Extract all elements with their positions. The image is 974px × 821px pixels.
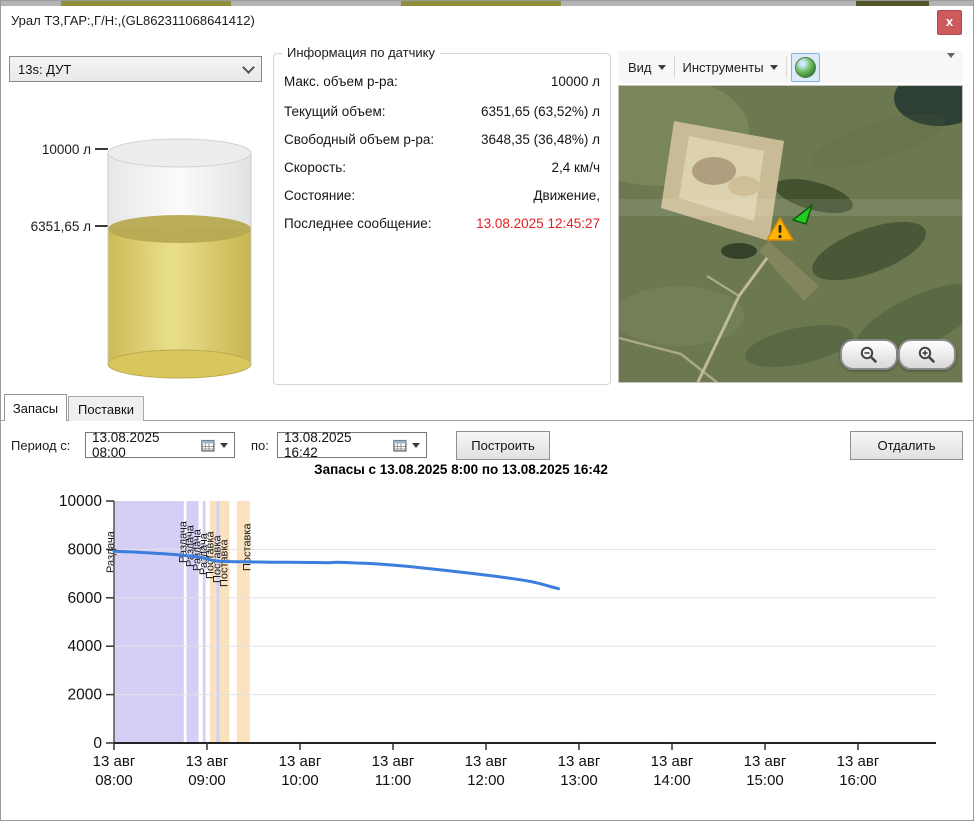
caret-down-icon: [220, 443, 228, 448]
y-tick-label: 2000: [68, 687, 103, 704]
chevron-down-icon: [242, 61, 255, 74]
close-icon: x: [946, 15, 953, 28]
x-tick-date-label: 13 авг: [279, 753, 322, 770]
calendar-icon: [201, 439, 215, 452]
x-tick-date-label: 13 авг: [837, 753, 880, 770]
caret-down-icon: [412, 443, 420, 448]
info-row-current: Текущий объем:6351,65 (63,52%) л: [284, 104, 600, 119]
close-button[interactable]: x: [937, 10, 962, 35]
period-to-label: по:: [251, 438, 269, 453]
background-window-edge-segment: [401, 1, 561, 6]
window-title: Урал ТЗ,ГАР:,Г/Н:,(GL862311068641412): [11, 13, 255, 28]
map-zoom-out-button[interactable]: [840, 339, 898, 370]
x-tick-time-label: 08:00: [95, 772, 133, 789]
map-layer-dropdown[interactable]: [947, 58, 955, 76]
x-tick-time-label: 16:00: [839, 772, 877, 789]
x-tick-date-label: 13 авг: [372, 753, 415, 770]
tab-divider: [1, 420, 974, 421]
build-button[interactable]: Построить: [456, 431, 550, 460]
x-tick-time-label: 11:00: [375, 772, 411, 789]
tab-zapasy[interactable]: Запасы: [4, 394, 67, 421]
info-row-speed: Скорость:2,4 км/ч: [284, 160, 600, 175]
x-tick-time-label: 15:00: [746, 772, 784, 789]
caret-down-icon: [770, 65, 778, 70]
x-tick-time-label: 12:00: [467, 772, 505, 789]
map-view-menu-button[interactable]: Вид: [620, 54, 674, 80]
x-tick-time-label: 10:00: [281, 772, 319, 789]
period-to-input[interactable]: 13.08.2025 16:42: [277, 432, 427, 458]
sensor-selector-value: 13s: ДУТ: [18, 62, 71, 77]
map-toolbar: Вид Инструменты: [618, 51, 963, 83]
period-from-input[interactable]: 13.08.2025 08:00: [85, 432, 235, 458]
x-tick-time-label: 09:00: [188, 772, 226, 789]
caret-down-icon: [947, 53, 955, 75]
y-tick-label: 8000: [68, 541, 103, 558]
map-tools-menu-button[interactable]: Инструменты: [675, 54, 786, 80]
tank-graphic: [21, 131, 271, 396]
x-tick-date-label: 13 авг: [186, 753, 229, 770]
sensor-selector[interactable]: 13s: ДУТ: [9, 56, 262, 82]
chart-title: Запасы с 13.08.2025 8:00 по 13.08.2025 1…: [1, 462, 921, 477]
chart-canvas[interactable]: РаздачаРаздачаРаздачаРаздачаРаздачаПоста…: [1, 489, 974, 819]
background-window-edge-segment: [61, 1, 231, 6]
sensor-info-title: Информация по датчику: [282, 45, 440, 60]
globe-icon: [795, 57, 816, 78]
event-band: [114, 501, 184, 743]
x-tick-date-label: 13 авг: [558, 753, 601, 770]
x-tick-time-label: 13:00: [560, 772, 598, 789]
event-label: Поставка: [242, 523, 254, 571]
y-tick-label: 6000: [68, 590, 103, 607]
x-tick-date-label: 13 авг: [651, 753, 694, 770]
map-zoom-in-button[interactable]: [898, 339, 956, 370]
magnifier-plus-icon: [918, 346, 936, 364]
map-canvas[interactable]: [618, 85, 963, 383]
info-row-free: Свободный объем р-ра:3648,35 (36,48%) л: [284, 132, 600, 147]
y-tick-label: 4000: [68, 638, 103, 655]
x-tick-date-label: 13 авг: [465, 753, 508, 770]
chart-zoom-out-button[interactable]: Отдалить: [850, 431, 963, 460]
info-row-state: Состояние:Движение,: [284, 188, 600, 203]
sensor-info-groupbox: Информация по датчику Макс. объем р-ра:1…: [273, 53, 611, 385]
map-layer-globe-button[interactable]: [791, 53, 820, 82]
info-row-max: Макс. объем р-ра:10000 л: [284, 74, 600, 89]
period-from-label: Период с:: [11, 438, 70, 453]
tab-postavki[interactable]: Поставки: [68, 396, 144, 421]
x-tick-time-label: 14:00: [653, 772, 691, 789]
x-tick-date-label: 13 авг: [744, 753, 787, 770]
sensor-window: Урал ТЗ,ГАР:,Г/Н:,(GL862311068641412) x …: [0, 0, 974, 821]
background-window-edge-segment: [856, 1, 929, 6]
calendar-icon: [393, 439, 407, 452]
caret-down-icon: [658, 65, 666, 70]
y-tick-label: 0: [93, 735, 102, 752]
toolbar-separator: [786, 56, 787, 78]
y-tick-label: 10000: [59, 493, 102, 510]
magnifier-minus-icon: [860, 346, 878, 364]
info-row-last-message: Последнее сообщение:13.08.2025 12:45:27: [284, 216, 600, 231]
x-tick-date-label: 13 авг: [93, 753, 136, 770]
